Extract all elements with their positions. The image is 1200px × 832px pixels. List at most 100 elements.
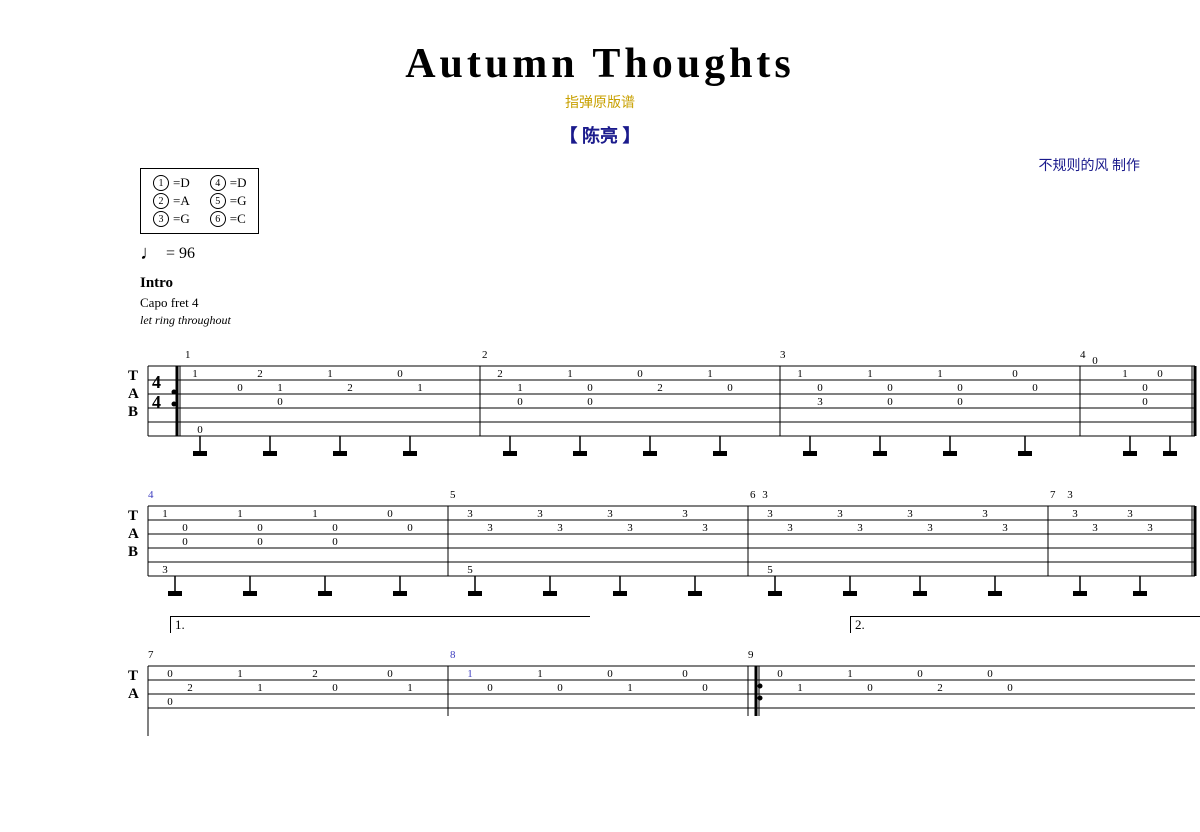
subtitle: 指弹原版谱 (60, 92, 1140, 112)
producer-label: 不规则的风 制作 (1039, 155, 1141, 175)
svg-text:0: 0 (167, 696, 173, 708)
svg-text:0: 0 (487, 682, 493, 694)
svg-text:1: 1 (867, 368, 873, 380)
svg-text:1: 1 (327, 368, 333, 380)
svg-text:5: 5 (467, 564, 473, 576)
svg-text:A: A (128, 526, 139, 542)
svg-text:7: 7 (1050, 489, 1056, 501)
string-5-eq: =G (230, 193, 247, 209)
svg-text:0: 0 (1012, 368, 1018, 380)
tuning-row-3: 3 =G (153, 211, 190, 227)
svg-text:2: 2 (187, 682, 193, 694)
let-ring-text: let ring throughout (140, 313, 1140, 328)
svg-text:2: 2 (257, 368, 263, 380)
svg-text:3: 3 (857, 522, 863, 534)
svg-text:1: 1 (277, 382, 283, 394)
tuning-row-6: 6 =C (210, 211, 247, 227)
svg-text:0: 0 (1157, 368, 1163, 380)
svg-text:0: 0 (257, 536, 263, 548)
svg-text:2: 2 (482, 349, 488, 361)
string-1-eq: =D (173, 175, 190, 191)
svg-text:3: 3 (837, 508, 843, 520)
svg-text:2: 2 (657, 382, 663, 394)
string-2-eq: =A (173, 193, 190, 209)
svg-text:1: 1 (847, 668, 853, 680)
svg-text:2: 2 (497, 368, 503, 380)
string-5-num: 5 (210, 193, 226, 209)
svg-text:0: 0 (387, 508, 393, 520)
svg-text:3: 3 (162, 564, 168, 576)
svg-text:3: 3 (780, 349, 786, 361)
svg-text:3: 3 (627, 522, 633, 534)
tuning-row-2: 2 =A (153, 193, 190, 209)
artist-section: 【 陈亮 】 (60, 122, 1140, 148)
svg-text:3: 3 (1072, 508, 1078, 520)
svg-text:0: 0 (727, 382, 733, 394)
svg-text:0: 0 (257, 522, 263, 534)
svg-text:A: A (128, 386, 139, 402)
svg-text:3: 3 (1067, 489, 1073, 501)
svg-text:1: 1 (567, 368, 573, 380)
tuning-box: 1 =D 4 =D 2 =A 5 =G 3 =G (140, 168, 259, 234)
svg-text:1: 1 (192, 368, 198, 380)
svg-text:2: 2 (937, 682, 943, 694)
svg-text:3: 3 (767, 508, 773, 520)
svg-text:2: 2 (347, 382, 353, 394)
capo-text: Capo fret 4 (140, 295, 1140, 311)
svg-text:0: 0 (682, 668, 688, 680)
svg-text:0: 0 (587, 382, 593, 394)
svg-text:0: 0 (1142, 396, 1148, 408)
svg-text:2: 2 (312, 668, 318, 680)
svg-text:0: 0 (182, 522, 188, 534)
string-4-num: 4 (210, 175, 226, 191)
svg-text:3: 3 (927, 522, 933, 534)
svg-text:0: 0 (332, 536, 338, 548)
svg-text:0: 0 (407, 522, 413, 534)
svg-text:1: 1 (627, 682, 633, 694)
tab-staff-svg-1: T A B 4 4 1 2 3 4 (120, 336, 1200, 456)
svg-text:3: 3 (557, 522, 563, 534)
tuning-row-1: 1 =D (153, 175, 190, 191)
svg-text:3: 3 (1127, 508, 1133, 520)
svg-text:1: 1 (162, 508, 168, 520)
svg-text:0: 0 (607, 668, 613, 680)
svg-text:3: 3 (702, 522, 708, 534)
tuning-grid: 1 =D 4 =D 2 =A 5 =G 3 =G (153, 175, 246, 227)
svg-text:0: 0 (167, 668, 173, 680)
svg-text:B: B (128, 404, 138, 420)
tab-staff-row-1: T A B 4 4 1 2 3 4 (120, 336, 1140, 456)
svg-text:3: 3 (467, 508, 473, 520)
svg-text:3: 3 (682, 508, 688, 520)
svg-text:0: 0 (1032, 382, 1038, 394)
ending-2-bracket: 2. (850, 616, 1200, 633)
tab-staff-row-3: 1. 2. T A 7 8 9 (120, 616, 1140, 756)
svg-text:4: 4 (152, 372, 161, 392)
svg-text:1: 1 (407, 682, 413, 694)
string-3-num: 3 (153, 211, 169, 227)
tuning-row-5: 5 =G (210, 193, 247, 209)
svg-text:3: 3 (537, 508, 543, 520)
svg-text:0: 0 (957, 396, 963, 408)
string-6-eq: =C (230, 211, 246, 227)
page: Autumn Thoughts 指弹原版谱 【 陈亮 】 不规则的风 制作 1 … (0, 0, 1200, 832)
svg-text:8: 8 (450, 649, 456, 661)
svg-text:0: 0 (887, 382, 893, 394)
svg-text:0: 0 (397, 368, 403, 380)
svg-text:1: 1 (417, 382, 423, 394)
svg-text:0: 0 (702, 682, 708, 694)
svg-text:B: B (128, 544, 138, 560)
svg-text:1: 1 (707, 368, 713, 380)
svg-text:0: 0 (1092, 355, 1098, 367)
string-4-eq: =D (230, 175, 247, 191)
svg-text:5: 5 (450, 489, 456, 501)
svg-text:0: 0 (517, 396, 523, 408)
artist-name: 【 陈亮 】 (60, 122, 1140, 148)
main-title: Autumn Thoughts (60, 40, 1140, 88)
string-1-num: 1 (153, 175, 169, 191)
svg-text:3: 3 (487, 522, 493, 534)
tempo-value: = 96 (166, 245, 195, 263)
svg-text:T: T (128, 368, 138, 384)
svg-text:4: 4 (1080, 349, 1086, 361)
svg-text:1: 1 (1122, 368, 1128, 380)
svg-text:1: 1 (185, 349, 191, 361)
